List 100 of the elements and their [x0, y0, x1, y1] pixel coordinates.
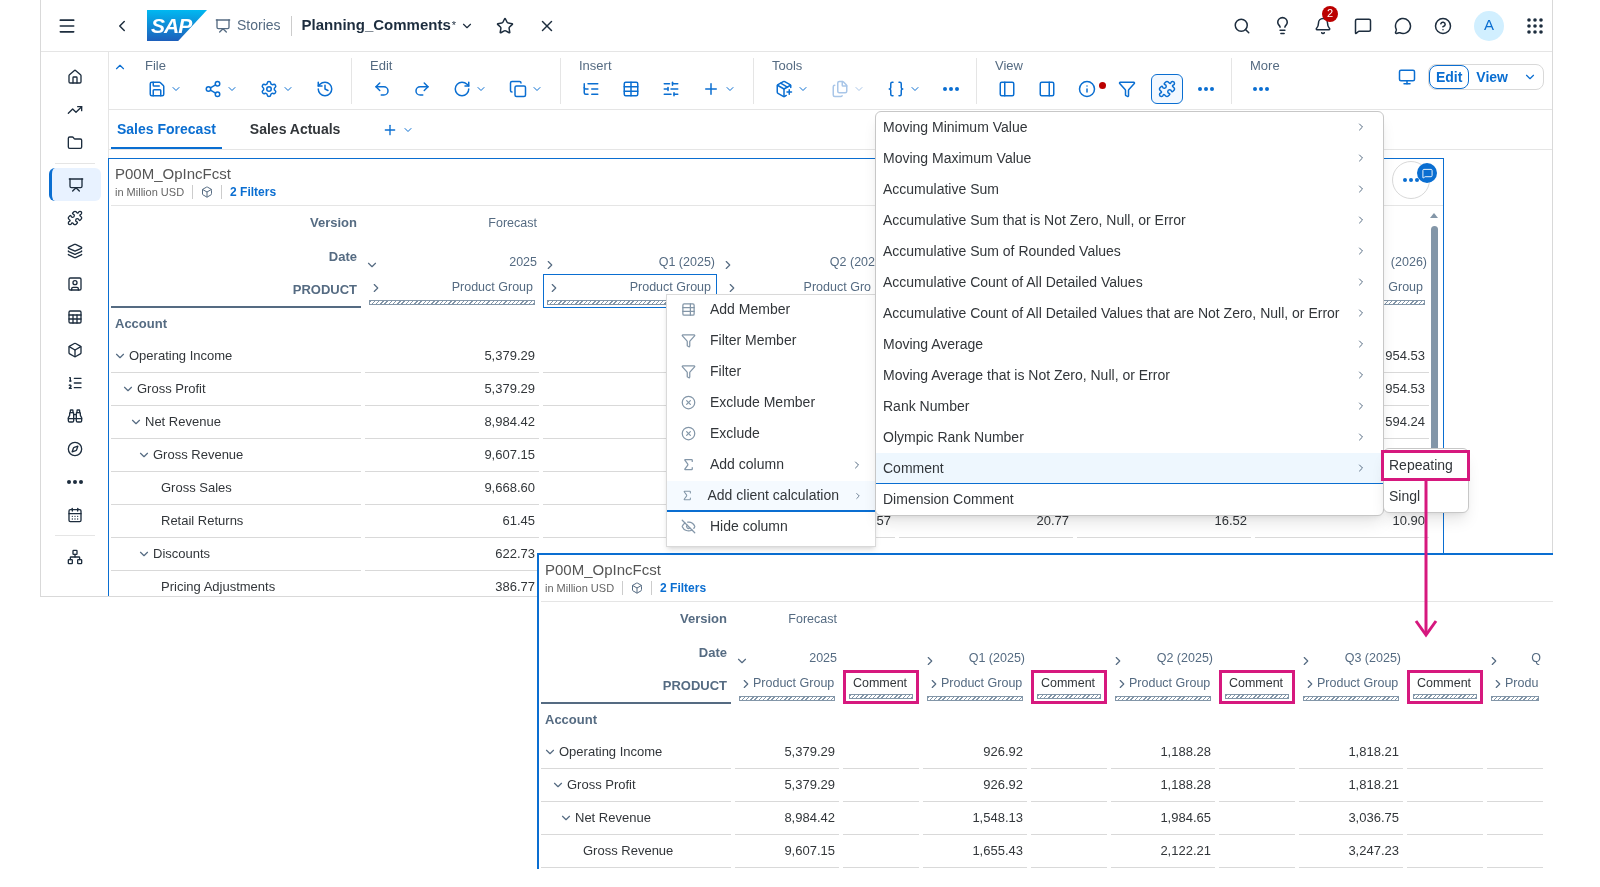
table-cell-text: 1,818.21 [1348, 743, 1399, 762]
table-cell-text: 9,607.15 [484, 446, 535, 465]
dimension-label: Version [310, 214, 357, 233]
package-plus-icon [775, 80, 793, 98]
network-icon [66, 548, 83, 565]
menu-item[interactable]: Accumulative Sum that is Not Zero, Null, or Error [876, 205, 1383, 236]
chat-icon[interactable] [1354, 16, 1372, 35]
help-icon[interactable] [1434, 16, 1452, 35]
table-cell-text: 622.73 [495, 545, 535, 564]
story-title: Planning_Comments [301, 15, 451, 36]
column-header[interactable]: Comment [843, 670, 919, 704]
tab[interactable]: Sales Forecast [111, 111, 222, 149]
toolbar-group-label: Insert [578, 58, 613, 74]
menu-item[interactable]: Hide column [667, 512, 875, 543]
avatar[interactable]: A [1474, 10, 1504, 41]
menu-item[interactable]: Singl [1384, 481, 1468, 512]
app-grid-icon[interactable] [1526, 16, 1544, 35]
star-icon[interactable] [496, 16, 515, 35]
function-icon [681, 488, 694, 503]
table-cell-text: 1,188.28 [1160, 743, 1211, 762]
column-header[interactable]: Product Group [735, 670, 839, 704]
list-icon [66, 374, 83, 391]
cube-icon [201, 186, 214, 198]
menu-item[interactable]: Moving Minimum Value [876, 112, 1383, 143]
bell-icon[interactable] [1314, 16, 1332, 35]
menu-item[interactable]: Rank Number [876, 391, 1383, 422]
table-cell-text: 8,984.42 [784, 809, 835, 828]
save-icon [148, 80, 166, 98]
column-header: Q2 (202 [829, 254, 875, 272]
table-cell-text: 1,188.28 [1160, 776, 1211, 795]
braces-icon [887, 80, 905, 98]
settings-icon [260, 80, 278, 98]
menu-item[interactable]: Moving Average that is Not Zero, Null, or Error [876, 360, 1383, 391]
menu-item[interactable]: Exclude Member [667, 388, 875, 419]
row-label: Discounts [153, 545, 211, 564]
menu-item[interactable]: Add column [667, 450, 875, 481]
menu-item[interactable]: Moving Average [876, 329, 1383, 360]
more-icon [66, 479, 83, 484]
unsaved-mark: * [451, 18, 457, 34]
tab[interactable]: Sales Actuals [243, 111, 347, 149]
puzzle-icon [66, 209, 83, 226]
logo: SAP [147, 10, 207, 41]
row-label: Retail Returns [161, 512, 244, 531]
menu-item[interactable]: Accumulative Sum [876, 174, 1383, 205]
column-header[interactable]: Product Group [1111, 670, 1215, 704]
table-cell-text: 3,247.23 [1348, 842, 1399, 861]
binoculars-icon [66, 407, 83, 424]
menu-item[interactable]: Comment [876, 453, 1383, 484]
user-board-icon [66, 275, 83, 292]
panel-right-icon [1038, 80, 1056, 98]
filter-icon [681, 333, 696, 348]
table-cell-text: 57 [876, 512, 891, 531]
redo-icon [413, 80, 431, 98]
column-header[interactable]: Comment [1407, 670, 1483, 704]
sidebar-item[interactable] [48, 168, 101, 201]
breadcrumb-link[interactable]: Stories [237, 15, 281, 36]
column-header[interactable]: Comment [1031, 670, 1107, 704]
menu-item[interactable]: Accumulative Count of All Detailed Values [876, 267, 1383, 298]
dimension-label: Version [680, 610, 727, 629]
comment-badge[interactable] [1417, 163, 1437, 183]
table-cell-text: 5,379.29 [784, 743, 835, 762]
menu-item[interactable]: Add client calculation [667, 481, 875, 512]
monitor-icon[interactable] [1397, 68, 1416, 86]
table-cell-text: 3,036.75 [1348, 809, 1399, 828]
more-icon [943, 87, 959, 91]
column-header: Q1 (2025) [658, 254, 715, 272]
mode-button[interactable]: Edit [1428, 65, 1470, 89]
menu-item[interactable]: Exclude [667, 419, 875, 450]
table-cell-text: 1,655.43 [972, 842, 1023, 861]
row-label: Gross Revenue [583, 842, 674, 861]
toolbar-button[interactable] [1151, 74, 1183, 104]
table-cell-text: 2,122.21 [1160, 842, 1211, 861]
sliders-icon [662, 80, 680, 98]
search-icon[interactable] [1233, 16, 1251, 35]
menu-item[interactable]: Accumulative Count of All Detailed Values that are Not Zero, Null, or Error [876, 298, 1383, 329]
column-header[interactable]: Product Group [1299, 670, 1403, 704]
column-header[interactable]: Product Group [923, 670, 1027, 704]
refresh-icon [453, 80, 471, 98]
panel-left-icon [998, 80, 1016, 98]
feedback-icon[interactable] [1394, 16, 1412, 35]
menu-item[interactable]: Dimension Comment [876, 484, 1383, 515]
menu-item[interactable]: Repeating [1381, 450, 1470, 481]
menu-item[interactable]: Filter [667, 357, 875, 388]
menu-item[interactable]: Olympic Rank Number [876, 422, 1383, 453]
column-header[interactable]: Product Group [365, 274, 539, 308]
mode-button[interactable]: View [1469, 65, 1515, 89]
column-header: Forecast [488, 214, 537, 232]
menu-item[interactable]: Filter Member [667, 326, 875, 357]
column-header[interactable]: Produ [1487, 670, 1543, 704]
table-cell-text: 594.24 [1385, 413, 1425, 432]
filters-link[interactable]: 2 Filters [660, 579, 707, 597]
menu-item[interactable]: Accumulative Sum of Rounded Values [876, 236, 1383, 267]
column-header[interactable]: Comment [1219, 670, 1295, 704]
menu-item[interactable]: Moving Maximum Value [876, 143, 1383, 174]
filter-icon [681, 364, 696, 379]
files-icon [831, 80, 849, 98]
toolbar-group-label: More [1249, 58, 1280, 74]
filters-link[interactable]: 2 Filters [230, 183, 277, 201]
table-cell-text: 926.92 [983, 743, 1023, 762]
table-cell-text: 9,668.60 [484, 479, 535, 498]
